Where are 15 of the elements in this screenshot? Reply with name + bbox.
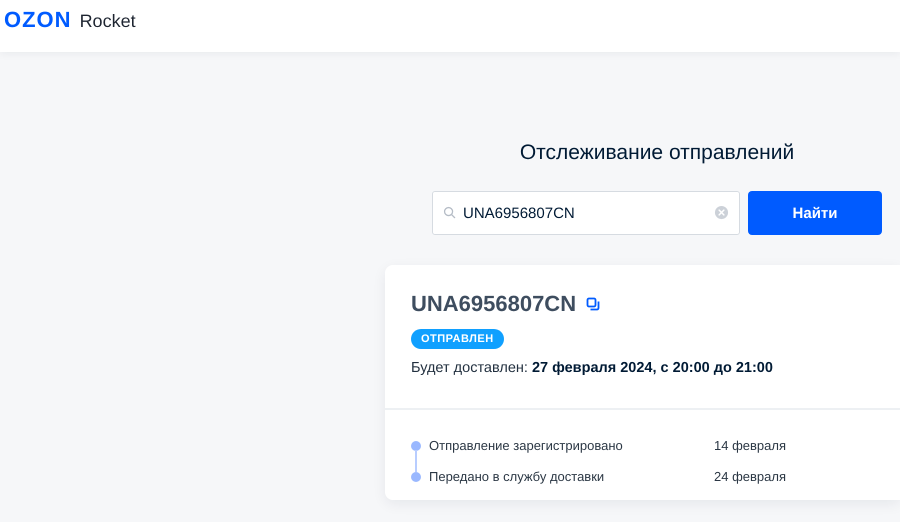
product-name: Rocket <box>80 10 136 32</box>
event-date: 24 февраля <box>714 469 786 484</box>
event-date: 14 февраля <box>714 438 786 453</box>
event-label: Отправление зарегистрировано <box>429 438 624 453</box>
timeline-dot <box>411 472 421 482</box>
status-badge: ОТПРАВЛЕН <box>411 329 504 349</box>
search-field[interactable]: UNA6956807CN <box>432 191 740 235</box>
timeline-dot <box>411 440 421 450</box>
delivery-text: Будет доставлен: 27 февраля 2024, с 20:00 до 21:00 <box>411 360 773 376</box>
copy-icon[interactable] <box>586 297 600 311</box>
logo[interactable]: OZON <box>4 7 72 33</box>
tracking-number: UNA6956807CN <box>411 291 576 317</box>
event-label: Передано в службу доставки <box>429 469 606 484</box>
find-button[interactable]: Найти <box>748 191 882 235</box>
page-title: Отслеживание отправлений <box>520 140 794 166</box>
